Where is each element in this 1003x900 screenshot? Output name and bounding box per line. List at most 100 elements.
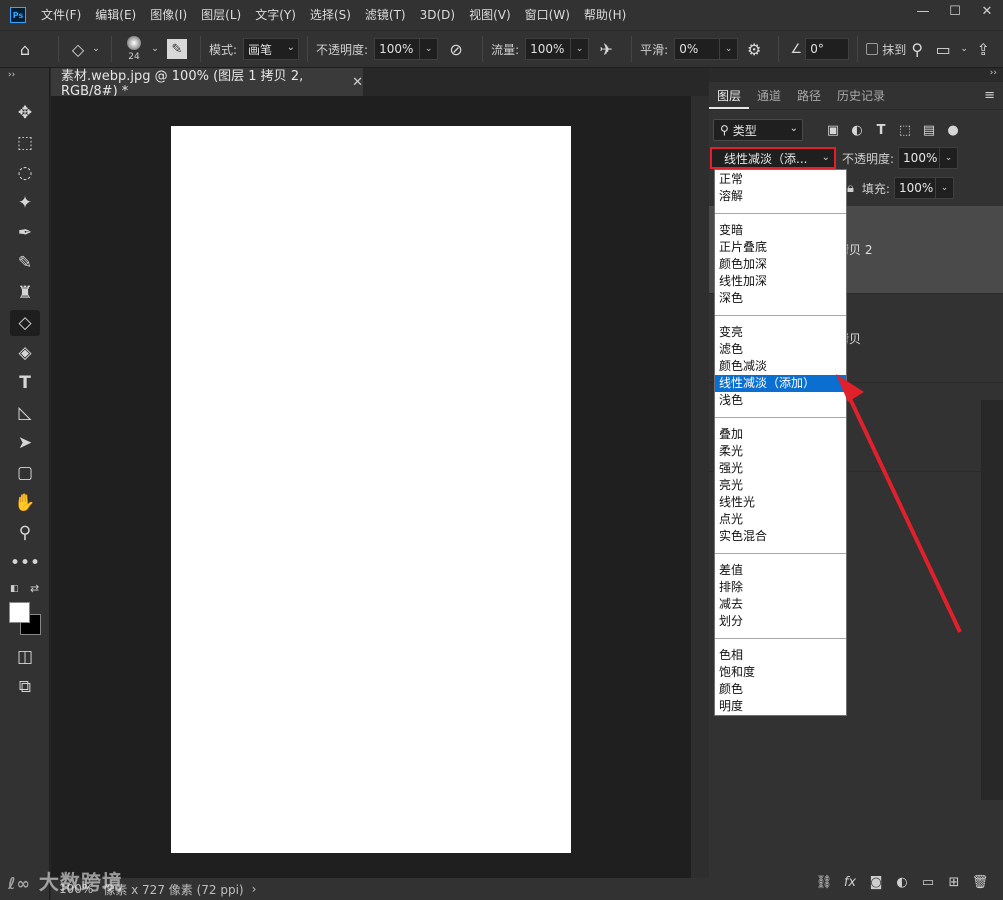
panel-menu-icon[interactable]: ≡ xyxy=(984,88,995,103)
blend-mode-option[interactable]: 明度 xyxy=(715,698,846,715)
type-tool-icon[interactable]: T xyxy=(10,370,40,396)
more-tools-icon[interactable]: ••• xyxy=(10,550,40,576)
fx-icon[interactable]: fx xyxy=(837,875,863,890)
default-colors-icon[interactable]: ◧ xyxy=(10,584,19,594)
foreground-color-swatch[interactable] xyxy=(9,602,30,623)
flow-input[interactable]: 100% xyxy=(525,38,572,60)
gear-icon[interactable]: ⚙ xyxy=(738,40,770,59)
blend-mode-option[interactable]: 划分 xyxy=(715,613,846,630)
type-filter-icon[interactable]: T xyxy=(869,123,893,138)
panel-tab[interactable]: 通道 xyxy=(749,82,789,109)
eyedropper-tool-icon[interactable]: ✒ xyxy=(10,220,40,246)
adjustment-filter-icon[interactable]: ◐ xyxy=(845,123,869,138)
smart-object-filter-icon[interactable]: ▤ xyxy=(917,123,941,138)
mode-select[interactable]: 画笔 ⌄ xyxy=(243,38,300,60)
chevron-down-icon[interactable]: ⌄ xyxy=(940,147,959,169)
layer-filter-select[interactable]: ⚲ 类型 ⌄ xyxy=(713,119,803,141)
pressure-opacity-icon[interactable]: ⊘ xyxy=(438,40,474,59)
layer-opacity-input[interactable]: 100% xyxy=(898,147,941,169)
screen-mode-icon[interactable]: ⧉ xyxy=(10,674,40,700)
filter-toggle-icon[interactable]: ● xyxy=(941,123,965,138)
chevron-down-icon[interactable]: ⌄ xyxy=(148,44,162,54)
home-icon[interactable]: ⌂ xyxy=(0,40,50,59)
menu-item[interactable]: 滤镜(T) xyxy=(358,0,413,30)
blend-mode-dropdown[interactable]: 正常 溶解 变暗 正片叠底 颜色加深 线性加深 深色 变亮 滤色 颜色减淡 线性减淡（添加） 浅色 叠加… xyxy=(714,169,847,716)
search-icon[interactable]: ⚲ xyxy=(906,40,928,59)
blend-mode-option[interactable]: 正常 xyxy=(715,171,846,188)
canvas-area[interactable] xyxy=(51,96,691,878)
menu-item[interactable]: 3D(D) xyxy=(413,0,462,30)
menu-item[interactable]: 窗口(W) xyxy=(518,0,577,30)
zoom-tool-icon[interactable]: ⚲ xyxy=(10,520,40,546)
chevron-down-icon[interactable]: ⌄ xyxy=(720,38,739,60)
collapse-icon[interactable]: ›› xyxy=(8,70,15,80)
blend-mode-option[interactable]: 颜色减淡 xyxy=(715,358,846,375)
brush-preset-picker[interactable]: 24 xyxy=(120,33,148,65)
blend-mode-option[interactable]: 颜色加深 xyxy=(715,256,846,273)
menu-item[interactable]: 选择(S) xyxy=(303,0,358,30)
blend-mode-option[interactable]: 变亮 xyxy=(715,324,846,341)
panel-tab[interactable]: 图层 xyxy=(709,82,750,109)
blend-mode-option[interactable]: 强光 xyxy=(715,460,846,477)
blend-mode-option[interactable]: 叠加 xyxy=(715,426,846,443)
document-canvas[interactable] xyxy=(171,126,571,853)
blend-mode-option[interactable]: 排除 xyxy=(715,579,846,596)
blend-mode-option[interactable]: 线性光 xyxy=(715,494,846,511)
chevron-down-icon[interactable]: ⌄ xyxy=(571,38,590,60)
eraser-icon[interactable]: ◇ xyxy=(67,40,89,59)
move-tool-icon[interactable]: ✥ xyxy=(10,100,40,126)
blend-mode-option[interactable]: 柔光 xyxy=(715,443,846,460)
direct-select-tool-icon[interactable]: ➤ xyxy=(10,430,40,456)
blend-mode-option[interactable]: 点光 xyxy=(715,511,846,528)
quick-mask-icon[interactable]: ◫ xyxy=(10,644,40,670)
adjustment-layer-icon[interactable]: ◐ xyxy=(889,875,915,890)
blend-mode-option[interactable]: 溶解 xyxy=(715,188,846,205)
blend-mode-option[interactable]: 色相 xyxy=(715,647,846,664)
document-tab[interactable]: 素材.webp.jpg @ 100% (图层 1 拷贝 2, RGB/8#) *… xyxy=(51,68,363,99)
opacity-input[interactable]: 100% xyxy=(374,38,421,60)
menu-item[interactable]: 视图(V) xyxy=(462,0,518,30)
blend-mode-option[interactable]: 线性加深 xyxy=(715,273,846,290)
blend-mode-option[interactable]: 颜色 xyxy=(715,681,846,698)
blend-mode-option[interactable]: 亮光 xyxy=(715,477,846,494)
erase-to-history-checkbox[interactable] xyxy=(866,43,879,55)
lasso-tool-icon[interactable]: ◌ xyxy=(10,160,40,186)
share-icon[interactable]: ⇪ xyxy=(970,40,996,59)
menu-item[interactable]: 帮助(H) xyxy=(577,0,633,30)
shape-tool-icon[interactable]: ▢ xyxy=(10,460,40,486)
fill-input[interactable]: 100% xyxy=(893,177,936,199)
image-filter-icon[interactable]: ▣ xyxy=(821,123,845,138)
shape-filter-icon[interactable]: ⬚ xyxy=(893,123,917,138)
blend-mode-option[interactable]: 线性减淡（添加） xyxy=(715,375,846,392)
airbrush-icon[interactable]: ✈ xyxy=(589,40,623,59)
hand-tool-icon[interactable]: ✋ xyxy=(10,490,40,516)
trash-icon[interactable]: 🗑︎ xyxy=(967,875,993,890)
paint-bucket-tool-icon[interactable]: ◈ xyxy=(10,340,40,366)
menu-item[interactable]: 文件(F) xyxy=(34,0,88,30)
lock-all-icon[interactable]: 🔒︎ xyxy=(847,181,854,196)
blend-mode-option[interactable]: 差值 xyxy=(715,562,846,579)
blend-mode-option[interactable]: 深色 xyxy=(715,290,846,307)
blend-mode-option[interactable]: 减去 xyxy=(715,596,846,613)
path-select-tool-icon[interactable]: ◺ xyxy=(10,400,40,426)
smooth-input[interactable]: 0% xyxy=(674,38,721,60)
close-icon[interactable]: ✕ xyxy=(971,0,1003,22)
blend-mode-option[interactable]: 饱和度 xyxy=(715,664,846,681)
menu-item[interactable]: 编辑(E) xyxy=(88,0,143,30)
collapse-icon[interactable]: ›› xyxy=(990,68,997,78)
workspace-icon[interactable]: ▭ xyxy=(928,40,958,59)
panel-tab[interactable]: 历史记录 xyxy=(829,82,893,109)
menu-item[interactable]: 文字(Y) xyxy=(248,0,303,30)
close-icon[interactable]: ✕ xyxy=(352,75,363,90)
swap-colors-icon[interactable]: ⇄ xyxy=(30,582,39,595)
menu-item[interactable]: 图层(L) xyxy=(194,0,248,30)
angle-input[interactable]: 0° xyxy=(805,38,850,60)
quick-select-tool-icon[interactable]: ✦ xyxy=(10,190,40,216)
blend-mode-option[interactable]: 实色混合 xyxy=(715,528,846,545)
panel-tab[interactable]: 路径 xyxy=(789,82,829,109)
blend-mode-option[interactable]: 变暗 xyxy=(715,222,846,239)
vertical-scrollbar[interactable] xyxy=(691,96,709,878)
eraser-tool-icon[interactable]: ◇ xyxy=(10,310,40,336)
maximize-icon[interactable]: ☐ xyxy=(939,0,971,22)
marquee-tool-icon[interactable]: ⬚ xyxy=(10,130,40,156)
